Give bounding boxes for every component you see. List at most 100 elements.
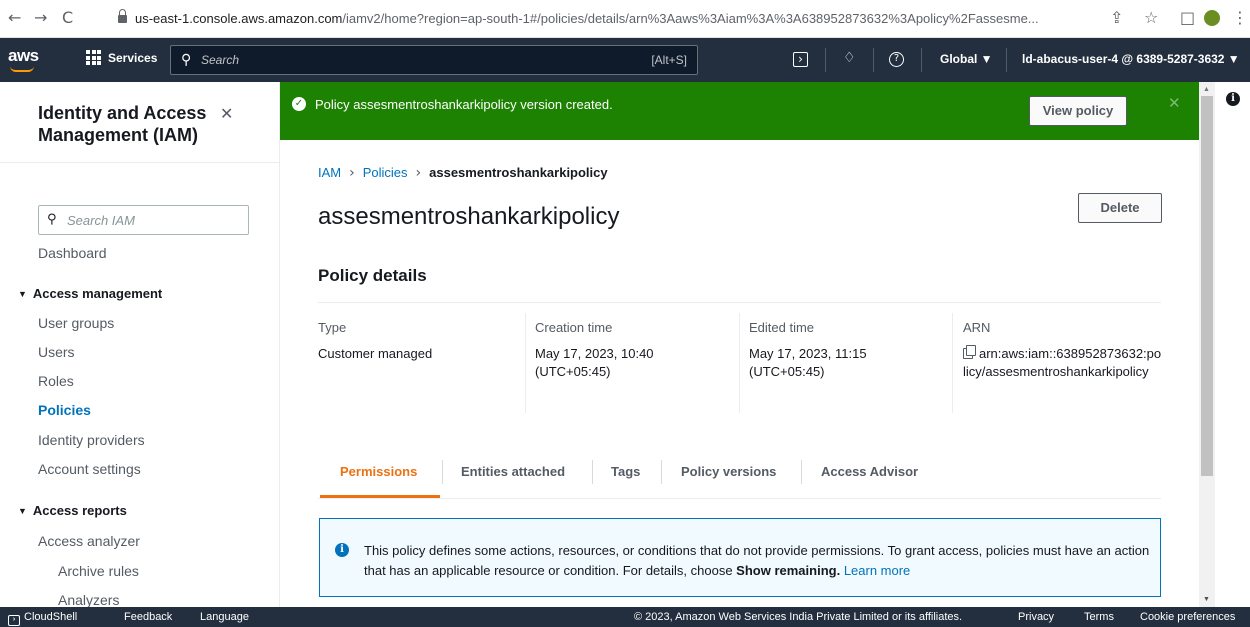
language-link[interactable]: Language bbox=[200, 611, 249, 623]
sidebar-item-archive-rules[interactable]: Archive rules bbox=[58, 563, 139, 579]
sidebar-title: Identity and Access Management (IAM) bbox=[38, 103, 207, 145]
back-icon[interactable]: ← bbox=[8, 10, 21, 26]
region-selector[interactable]: Global ▼ bbox=[940, 52, 993, 66]
close-icon[interactable]: ✕ bbox=[220, 104, 233, 123]
info-alert: i This policy defines some actions, reso… bbox=[319, 518, 1161, 597]
page-title: assesmentroshankarkipolicy bbox=[318, 203, 620, 230]
info-icon: i bbox=[335, 543, 349, 557]
services-menu[interactable]: Services bbox=[86, 50, 157, 65]
show-remaining-text: Show remaining. bbox=[736, 563, 841, 578]
cloudshell-icon[interactable]: › bbox=[793, 52, 808, 67]
check-icon: ✓ bbox=[292, 97, 306, 111]
copy-icon[interactable] bbox=[963, 345, 976, 359]
arn-value-row: arn:aws:iam::638952873632:policy/assesme… bbox=[963, 345, 1163, 381]
success-flash: ✓ Policy assesmentroshankarkipolicy vers… bbox=[280, 82, 1200, 140]
browser-toolbar: ← → C us-east-1.console.aws.amazon.com/i… bbox=[0, 0, 1250, 38]
browser-menu-icon[interactable]: ⋮ bbox=[1232, 8, 1248, 27]
sidebar-item-identity-providers[interactable]: Identity providers bbox=[38, 432, 145, 448]
sidebar-section-access-management[interactable]: ▼ Access management bbox=[18, 286, 162, 301]
info-alert-text: This policy defines some actions, resour… bbox=[364, 543, 1150, 578]
sidebar: Identity and Access Management (IAM) ✕ ⚲… bbox=[0, 82, 280, 608]
sidebar-search-input[interactable]: ⚲ Search IAM bbox=[38, 205, 249, 235]
cloudshell-icon: › bbox=[8, 615, 20, 626]
delete-button[interactable]: Delete bbox=[1078, 193, 1162, 223]
cloudshell-link[interactable]: › CloudShell bbox=[8, 611, 77, 626]
view-policy-button[interactable]: View policy bbox=[1029, 96, 1127, 126]
detail-arn: ARN arn:aws:iam::638952873632:policy/ass… bbox=[963, 320, 1163, 381]
breadcrumb-policies[interactable]: Policies bbox=[363, 165, 408, 180]
terms-link[interactable]: Terms bbox=[1084, 611, 1114, 623]
arn-label: ARN bbox=[963, 320, 991, 335]
edited-label: Edited time bbox=[749, 320, 815, 335]
creation-value: May 17, 2023, 10:40 (UTC+05:45) bbox=[535, 346, 654, 379]
tab-entities-attached[interactable]: Entities attached bbox=[461, 464, 565, 479]
info-icon[interactable]: i bbox=[1226, 92, 1240, 106]
sidebar-item-analyzers[interactable]: Analyzers bbox=[58, 592, 119, 608]
tab-tags[interactable]: Tags bbox=[611, 464, 640, 479]
scrollbar[interactable]: ▲ ▼ bbox=[1199, 82, 1215, 607]
copyright-text: © 2023, Amazon Web Services India Privat… bbox=[634, 611, 963, 623]
address-bar[interactable]: us-east-1.console.aws.amazon.com/iamv2/h… bbox=[118, 4, 1038, 34]
search-icon: ⚲ bbox=[47, 212, 57, 227]
sidebar-item-account-settings[interactable]: Account settings bbox=[38, 461, 141, 477]
help-icon[interactable]: ? bbox=[889, 52, 904, 67]
sidebar-section-access-reports[interactable]: ▼ Access reports bbox=[18, 503, 127, 518]
sidebar-search-placeholder: Search IAM bbox=[67, 213, 135, 228]
account-menu[interactable]: ld-abacus-user-4 @ 6389-5287-3632 ▼ bbox=[1022, 52, 1240, 66]
reload-icon[interactable]: C bbox=[62, 10, 73, 26]
tab-access-advisor[interactable]: Access Advisor bbox=[821, 464, 918, 479]
type-label: Type bbox=[318, 320, 347, 335]
feedback-link[interactable]: Feedback bbox=[124, 611, 172, 623]
breadcrumb: IAM › Policies › assesmentroshankarkipolicy bbox=[318, 165, 608, 181]
tab-permissions[interactable]: Permissions bbox=[340, 464, 417, 479]
star-icon[interactable]: ☆ bbox=[1144, 8, 1158, 27]
scroll-up-icon[interactable]: ▲ bbox=[1203, 86, 1210, 93]
policy-tabs: Permissions Entities attached Tags Polic… bbox=[318, 450, 1161, 499]
sidebar-item-users[interactable]: Users bbox=[38, 344, 75, 360]
caret-down-icon: ▼ bbox=[18, 506, 27, 516]
sidebar-item-dashboard[interactable]: Dashboard bbox=[38, 245, 107, 261]
search-placeholder: Search bbox=[201, 53, 240, 67]
window-icon[interactable]: □ bbox=[1180, 8, 1195, 27]
flash-message: Policy assesmentroshankarkipolicy versio… bbox=[315, 97, 613, 112]
detail-edited-time: Edited time May 17, 2023, 11:15 (UTC+05:… bbox=[749, 320, 929, 381]
scroll-down-icon[interactable]: ▼ bbox=[1203, 596, 1210, 603]
chevron-right-icon: › bbox=[349, 165, 355, 181]
edited-value: May 17, 2023, 11:15 (UTC+05:45) bbox=[749, 346, 867, 379]
sidebar-item-access-analyzer[interactable]: Access analyzer bbox=[38, 533, 140, 549]
search-icon: ⚲ bbox=[181, 52, 192, 68]
console-footer: › CloudShell Feedback Language © 2023, Am… bbox=[0, 607, 1250, 627]
lock-icon bbox=[118, 9, 127, 23]
dismiss-icon[interactable]: ✕ bbox=[1168, 94, 1181, 112]
tab-policy-versions[interactable]: Policy versions bbox=[681, 464, 776, 479]
detail-creation-time: Creation time May 17, 2023, 10:40 (UTC+0… bbox=[535, 320, 715, 381]
learn-more-link[interactable]: Learn more bbox=[844, 563, 910, 578]
scrollbar-thumb[interactable] bbox=[1201, 96, 1213, 476]
aws-top-nav: aws Services ⚲ Search [Alt+S] › ♢ ? Glob… bbox=[0, 38, 1250, 82]
breadcrumb-iam[interactable]: IAM bbox=[318, 165, 341, 180]
bell-icon[interactable]: ♢ bbox=[843, 50, 856, 66]
detail-type: Type Customer managed bbox=[318, 320, 518, 363]
policy-details-title: Policy details bbox=[318, 266, 427, 285]
sidebar-item-user-groups[interactable]: User groups bbox=[38, 315, 114, 331]
breadcrumb-current: assesmentroshankarkipolicy bbox=[429, 165, 608, 180]
chevron-right-icon: › bbox=[415, 165, 422, 181]
services-label: Services bbox=[108, 50, 158, 65]
url-path: /iamv2/home?region=ap-south-1#/policies/… bbox=[342, 11, 1038, 26]
cookie-preferences-link[interactable]: Cookie preferences bbox=[1140, 611, 1235, 623]
grid-icon bbox=[86, 50, 101, 65]
search-shortcut: [Alt+S] bbox=[651, 53, 687, 67]
caret-down-icon: ▼ bbox=[18, 289, 27, 299]
type-value: Customer managed bbox=[318, 346, 433, 361]
share-icon[interactable]: ⇪ bbox=[1110, 8, 1123, 27]
forward-icon[interactable]: → bbox=[34, 10, 47, 26]
privacy-link[interactable]: Privacy bbox=[1018, 611, 1054, 623]
aws-logo[interactable]: aws bbox=[8, 46, 39, 72]
profile-avatar[interactable] bbox=[1204, 10, 1220, 26]
console-search-input[interactable]: ⚲ Search [Alt+S] bbox=[170, 45, 698, 75]
url-host: us-east-1.console.aws.amazon.com bbox=[135, 11, 343, 26]
sidebar-item-roles[interactable]: Roles bbox=[38, 373, 74, 389]
creation-label: Creation time bbox=[535, 320, 613, 335]
sidebar-item-policies[interactable]: Policies bbox=[38, 402, 91, 418]
arn-value: arn:aws:iam::638952873632:policy/assesme… bbox=[963, 346, 1162, 379]
